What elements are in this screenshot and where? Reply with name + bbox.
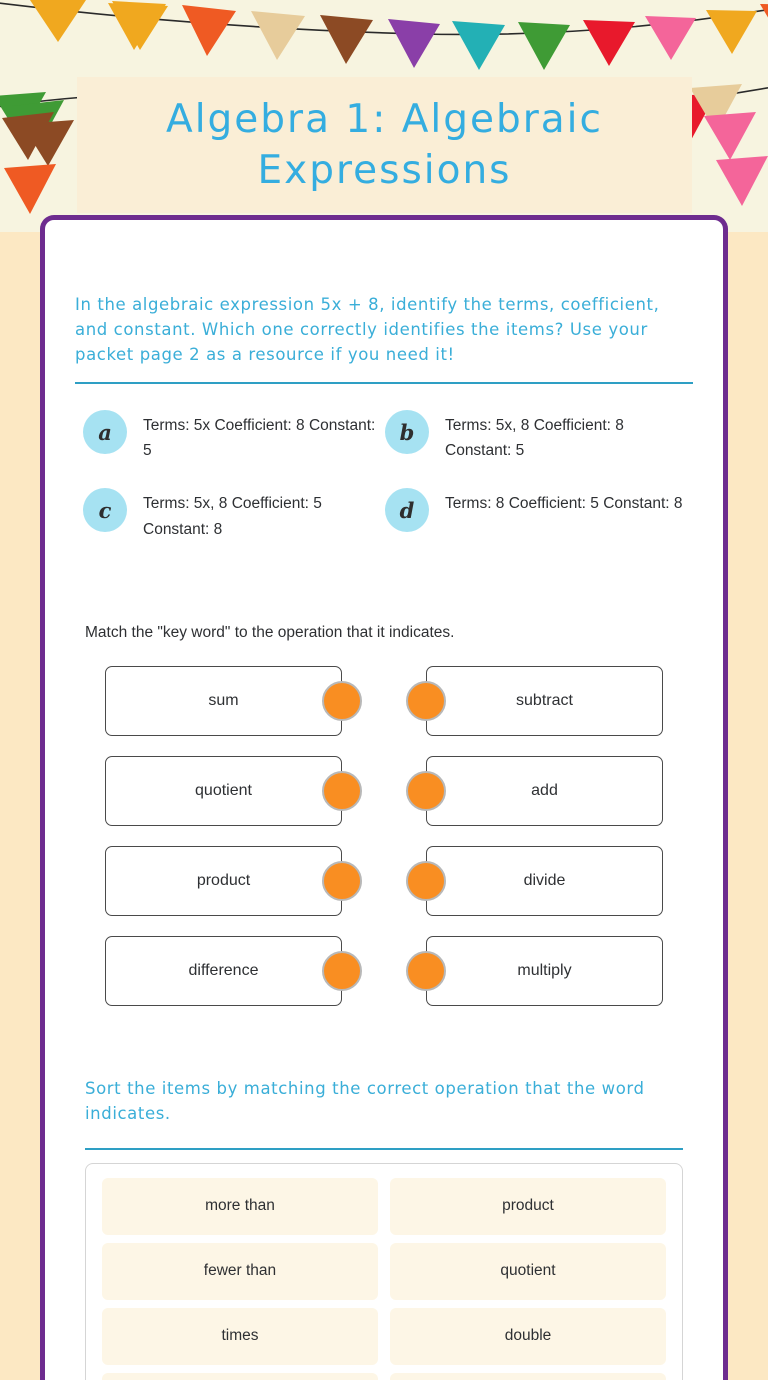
choice-option-b[interactable]: b Terms: 5x, 8 Coefficient: 8 Constant: … — [385, 408, 685, 463]
question-1-prompt: In the algebraic expression 5x + 8, iden… — [75, 295, 660, 365]
match-row-2-left: quotient — [75, 755, 384, 826]
match-connector-dot[interactable] — [406, 860, 446, 901]
match-prompt: Match the "key word" to the operation th… — [85, 623, 455, 641]
choice-text-b: Terms: 5x, 8 Coefficient: 8 Constant: 5 — [445, 417, 624, 460]
sort-grid: more than product fewer than quotient ti… — [102, 1177, 666, 1380]
page-title: Algebra 1: Algebraic Expressions — [166, 96, 603, 193]
match-connector-dot[interactable] — [406, 680, 446, 721]
match-box-add[interactable]: add — [426, 755, 663, 826]
sort-item-times[interactable]: times — [102, 1307, 378, 1365]
sort-divider — [85, 1147, 683, 1150]
sort-item-fewer-than[interactable]: fewer than — [102, 1242, 378, 1300]
match-box-quotient[interactable]: quotient — [105, 755, 342, 826]
sort-item-quotient[interactable]: quotient — [390, 1242, 666, 1300]
match-row-3-right: divide — [384, 845, 693, 916]
choice-letter-bubble-c[interactable]: c — [83, 488, 127, 533]
sort-item-partial-left[interactable] — [102, 1372, 378, 1380]
match-row-2-right: add — [384, 755, 693, 826]
match-connector-dot[interactable] — [322, 770, 362, 811]
choice-text-a: Terms: 5x Coefficient: 8 Constant: 5 — [143, 417, 376, 460]
match-box-sum[interactable]: sum — [105, 665, 342, 736]
match-connector-dot[interactable] — [406, 770, 446, 811]
match-row-4-right: multiply — [384, 935, 693, 1006]
choice-letter-bubble-a[interactable]: a — [83, 410, 127, 455]
question-1-block: In the algebraic expression 5x + 8, iden… — [75, 220, 693, 385]
choice-letter-bubble-b[interactable]: b — [385, 410, 429, 455]
match-row-4-left: difference — [75, 935, 384, 1006]
match-connector-dot[interactable] — [322, 860, 362, 901]
choice-text-d: Terms: 8 Coefficient: 5 Constant: 8 — [445, 495, 683, 513]
choice-option-c[interactable]: c Terms: 5x, 8 Coefficient: 5 Constant: … — [83, 486, 383, 541]
sort-item-product[interactable]: product — [390, 1177, 666, 1235]
sort-item-more-than[interactable]: more than — [102, 1177, 378, 1235]
match-grid: sum subtract quotient add product divide — [75, 642, 693, 1006]
match-connector-dot[interactable] — [322, 680, 362, 721]
choice-option-a[interactable]: a Terms: 5x Coefficient: 8 Constant: 5 — [83, 408, 383, 463]
match-row-3-left: product — [75, 845, 384, 916]
match-connector-dot[interactable] — [322, 950, 362, 991]
sort-container: more than product fewer than quotient ti… — [85, 1162, 683, 1380]
match-box-product[interactable]: product — [105, 845, 342, 916]
match-box-subtract[interactable]: subtract — [426, 665, 663, 736]
title-banner: Algebra 1: Algebraic Expressions — [77, 77, 692, 213]
sort-item-double[interactable]: double — [390, 1307, 666, 1365]
question-1-choices: a Terms: 5x Coefficient: 8 Constant: 5 b… — [75, 384, 693, 541]
match-row-1-left: sum — [75, 665, 384, 736]
worksheet-card: In the algebraic expression 5x + 8, iden… — [40, 215, 728, 1380]
match-box-difference[interactable]: difference — [105, 935, 342, 1006]
choice-letter-bubble-d[interactable]: d — [385, 488, 429, 533]
match-box-multiply[interactable]: multiply — [426, 935, 663, 1006]
match-row-1-right: subtract — [384, 665, 693, 736]
sort-prompt: Sort the items by matching the correct o… — [85, 1078, 645, 1123]
sort-item-partial-right[interactable] — [390, 1372, 666, 1380]
choice-text-c: Terms: 5x, 8 Coefficient: 5 Constant: 8 — [143, 495, 322, 538]
choice-option-d[interactable]: d Terms: 8 Coefficient: 5 Constant: 8 — [385, 486, 685, 541]
match-box-divide[interactable]: divide — [426, 845, 663, 916]
match-connector-dot[interactable] — [406, 950, 446, 991]
